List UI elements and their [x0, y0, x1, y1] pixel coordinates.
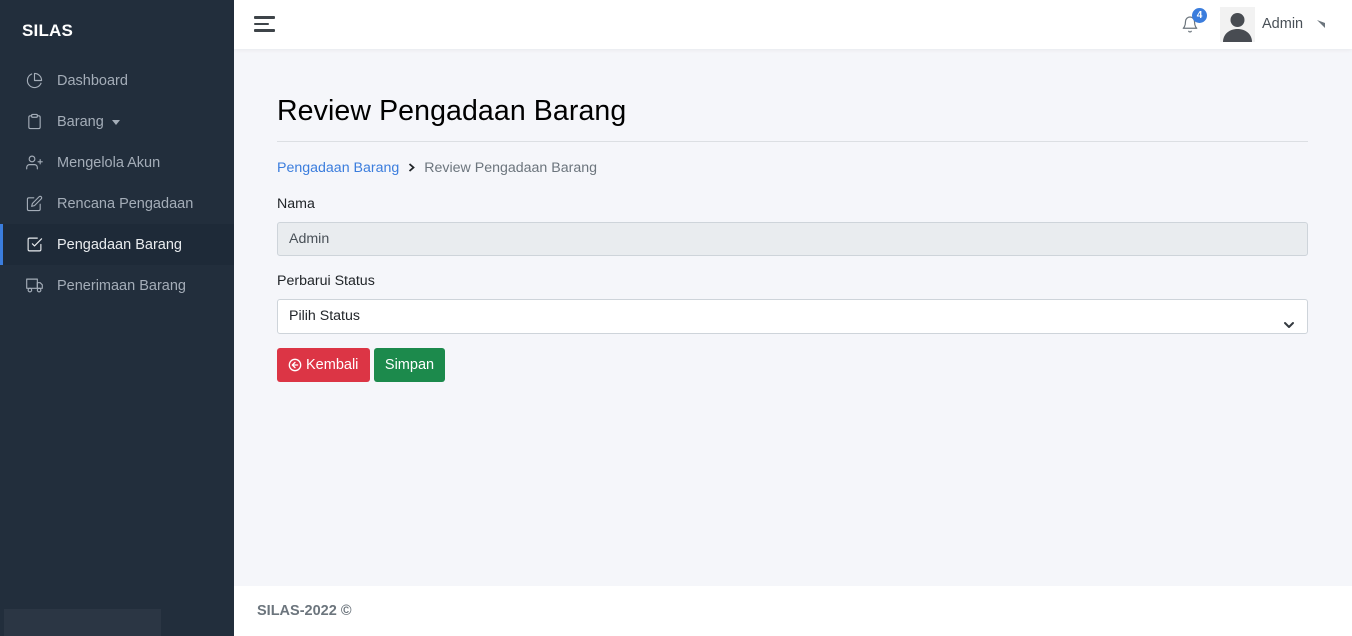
user-plus-icon — [25, 154, 43, 172]
sidebar-item-label: Barang — [57, 113, 104, 130]
page-title: Review Pengadaan Barang — [277, 95, 627, 127]
footer: SILAS-2022 © — [234, 586, 1352, 636]
sidebar-item-label: Penerimaan Barang — [57, 277, 186, 294]
brand-logo[interactable]: SILAS — [22, 21, 73, 41]
sidebar-item-mengelola-akun[interactable]: Mengelola Akun — [0, 142, 234, 183]
breadcrumb-link-pengadaan-barang[interactable]: Pengadaan Barang — [277, 160, 399, 176]
save-button-label: Simpan — [384, 357, 435, 373]
main-content: Review Pengadaan Barang Pengadaan Barang… — [234, 49, 1352, 586]
caret-down-icon — [111, 120, 120, 125]
sidebar-item-label: Rencana Pengadaan — [57, 195, 194, 212]
chevron-right-icon — [408, 160, 416, 176]
sidebar: SILAS Dashboard Barang Mengelola Akun Re… — [0, 0, 234, 636]
breadcrumb: Pengadaan Barang Review Pengadaan Barang — [277, 160, 597, 176]
save-button[interactable]: Simpan — [374, 348, 445, 382]
check-square-icon — [25, 236, 43, 254]
status-select-value: Pilih Status — [289, 308, 360, 324]
pie-chart-icon — [25, 72, 43, 90]
back-button-label: Kembali — [306, 357, 359, 373]
arrow-left-circle-icon — [288, 358, 303, 373]
sidebar-item-rencana-pengadaan[interactable]: Rencana Pengadaan — [0, 183, 234, 224]
status-label: Perbarui Status — [277, 273, 375, 289]
footer-copyright: SILAS-2022 © — [257, 603, 352, 619]
notification-badge: 4 — [1192, 8, 1207, 23]
nama-field: Admin — [277, 222, 1308, 256]
user-name[interactable]: Admin — [1262, 16, 1303, 32]
edit-icon — [25, 195, 43, 213]
sidebar-item-penerimaan-barang[interactable]: Penerimaan Barang — [0, 265, 234, 306]
sidebar-footer-block — [4, 609, 161, 636]
breadcrumb-current: Review Pengadaan Barang — [424, 160, 598, 176]
user-dropdown-icon[interactable] — [1317, 15, 1325, 28]
avatar[interactable] — [1220, 7, 1255, 42]
hamburger-menu-icon[interactable] — [254, 15, 276, 33]
back-button[interactable]: Kembali — [277, 348, 370, 382]
truck-icon — [25, 277, 43, 295]
nama-label: Nama — [277, 196, 315, 212]
divider — [277, 141, 1308, 142]
sidebar-item-pengadaan-barang[interactable]: Pengadaan Barang — [0, 224, 234, 265]
sidebar-item-label: Mengelola Akun — [57, 154, 161, 171]
sidebar-item-label: Pengadaan Barang — [57, 236, 182, 253]
sidebar-item-barang[interactable]: Barang — [0, 101, 234, 142]
sidebar-item-dashboard[interactable]: Dashboard — [0, 60, 234, 101]
topbar: 4 Admin — [234, 0, 1352, 49]
status-select[interactable]: Pilih Status — [277, 299, 1308, 334]
sidebar-item-label: Dashboard — [57, 72, 128, 89]
chevron-down-icon — [1283, 311, 1295, 328]
clipboard-icon — [25, 113, 43, 131]
sidebar-nav: Dashboard Barang Mengelola Akun Rencana … — [0, 60, 234, 306]
